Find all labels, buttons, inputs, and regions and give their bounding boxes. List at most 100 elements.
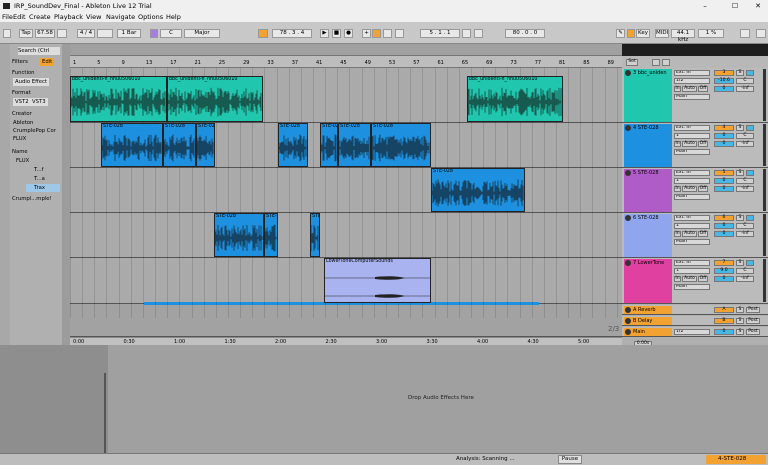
monitor-in-button[interactable]: In	[674, 86, 681, 92]
filter-creator[interactable]: Creator	[12, 110, 32, 118]
minimize-button[interactable]: –	[695, 0, 715, 12]
loop-length-field[interactable]: 80 . 0 . 0	[505, 29, 545, 38]
track-activator[interactable]: 7	[714, 260, 734, 266]
filter-tag-vst2[interactable]: VST2	[13, 98, 31, 106]
scale-icon[interactable]	[150, 29, 158, 38]
maximize-button[interactable]: ☐	[725, 0, 745, 12]
main-volume[interactable]: 0	[714, 329, 734, 335]
monitor-auto-button[interactable]: Auto	[682, 141, 697, 147]
arrangement-position-icon[interactable]	[258, 29, 268, 38]
track-header[interactable]: 3 bbc_uniden Ext. In 1/2 In Auto Off Main 3 S -10…	[622, 68, 768, 123]
volume-field[interactable]: -10.6	[714, 78, 734, 84]
track-play-icon[interactable]	[625, 125, 631, 131]
stop-button[interactable]: ■	[332, 29, 341, 38]
audio-clip[interactable]: bbc_unidenti-fi_nhu0506010	[467, 76, 563, 122]
monitor-off-button[interactable]: Off	[698, 231, 708, 237]
menu-navigate[interactable]: Navigate	[106, 12, 135, 22]
automation-arm-icon[interactable]	[372, 29, 381, 38]
audio-clip[interactable]: bbc_unidenti-fi_nhu0506010	[70, 76, 167, 122]
solo-button[interactable]: S	[736, 307, 744, 313]
audio-to-select[interactable]: Main	[674, 239, 710, 245]
volume-field[interactable]: 9.0	[714, 268, 734, 274]
track-activator[interactable]: 5	[714, 170, 734, 176]
monitor-off-button[interactable]: Off	[698, 186, 708, 192]
send-a-field[interactable]: 0	[714, 141, 734, 147]
return-play-icon[interactable]	[625, 318, 631, 324]
pause-button[interactable]: Pause	[558, 455, 582, 464]
audio-clip[interactable]: LowerToneComputerSounds	[324, 258, 431, 303]
set-button[interactable]: Set	[626, 59, 638, 66]
audio-clip[interactable]: STE-028	[320, 123, 338, 167]
return-track-header[interactable]: A Reverb A S Post	[622, 305, 768, 315]
track-header[interactable]: 7 LowerTone Ext. In 1 In Auto Off Main 7 S 9.0 C 0-…	[622, 258, 768, 304]
channel-select[interactable]: 1	[674, 133, 710, 139]
edit-filters-button[interactable]: Edit	[40, 58, 55, 66]
time-ruler[interactable]: 0:00 0:30 1:00 1:30 2:00 2:30 3:00 3:30 4:00 4:30…	[70, 337, 622, 345]
return-name[interactable]: B Delay	[624, 317, 672, 325]
main-cue-select[interactable]: 1/2	[674, 329, 710, 335]
volume-field[interactable]: 0	[714, 178, 734, 184]
metronome-icon[interactable]	[97, 29, 113, 38]
audio-from-select[interactable]: Ext. In	[674, 70, 710, 76]
tap-button[interactable]: Tap	[19, 29, 33, 38]
track-name[interactable]: 4 STE-028	[624, 124, 672, 167]
creator-crumplepop[interactable]: CrumplePop Cor	[13, 127, 56, 135]
monitor-in-button[interactable]: In	[674, 141, 681, 147]
monitor-off-button[interactable]: Off	[698, 141, 708, 147]
audio-to-select[interactable]: Main	[674, 194, 710, 200]
monitor-off-button[interactable]: Off	[698, 86, 708, 92]
disk-icon[interactable]	[756, 29, 766, 38]
menu-help[interactable]: Help	[166, 12, 181, 22]
song-position[interactable]: 78 . 3 . 4	[272, 29, 312, 38]
menu-options[interactable]: Options	[138, 12, 163, 22]
plugin-item-selected[interactable]: Trax	[26, 184, 60, 192]
menu-edit[interactable]: Edit	[13, 12, 26, 22]
arm-icon[interactable]	[746, 125, 754, 131]
plugin-item[interactable]: T...f	[34, 166, 44, 174]
play-button[interactable]: ▶	[320, 29, 329, 38]
folder-flux[interactable]: FLUX	[16, 157, 29, 165]
volume-field[interactable]: 0	[714, 133, 734, 139]
track-lane-5[interactable]	[70, 168, 622, 213]
re-enable-automation-icon[interactable]	[383, 29, 392, 38]
solo-button[interactable]: S	[736, 70, 744, 76]
return-name[interactable]: Main	[624, 328, 672, 336]
solo-button[interactable]: S	[736, 318, 744, 324]
audio-clip[interactable]: STE-028	[163, 123, 196, 167]
key-map-icon[interactable]	[627, 29, 635, 38]
send-b-field[interactable]: -inf	[736, 186, 754, 192]
track-activator[interactable]: 3	[714, 70, 734, 76]
track-name[interactable]: 5 STE-028	[624, 169, 672, 212]
monitor-auto-button[interactable]: Auto	[682, 276, 697, 282]
filter-format[interactable]: Format	[12, 89, 31, 97]
creator-ableton[interactable]: Ableton	[13, 119, 33, 127]
audio-clip[interactable]: STE-028	[338, 123, 371, 167]
track-name[interactable]: 6 STE-028	[624, 214, 672, 257]
overdub-icon[interactable]: +	[362, 29, 371, 38]
loop-switch-icon[interactable]	[462, 29, 471, 38]
channel-select[interactable]: 1	[674, 178, 710, 184]
scale-select[interactable]: Major	[184, 29, 220, 38]
quantize-select[interactable]: 1 Bar	[117, 29, 141, 38]
arm-icon[interactable]	[746, 215, 754, 221]
return-play-icon[interactable]	[625, 307, 631, 313]
send-a-field[interactable]: 0	[714, 186, 734, 192]
collapse-icon[interactable]	[662, 59, 670, 66]
arm-icon[interactable]	[746, 170, 754, 176]
track-activator[interactable]: 6	[714, 215, 734, 221]
monitor-auto-button[interactable]: Auto	[682, 231, 697, 237]
track-header[interactable]: 4 STE-028 Ext. In 1 In Auto Off Main 4 S 0 C 0 -inf	[622, 123, 768, 168]
audio-to-select[interactable]: Main	[674, 94, 710, 100]
post-button[interactable]: Post	[746, 307, 760, 313]
hw-icon[interactable]	[740, 29, 750, 38]
audio-clip[interactable]: STE	[310, 213, 320, 257]
return-track-header[interactable]: Main 1/2 0 S Post	[622, 327, 768, 337]
selected-track[interactable]: 4-STE-028	[706, 455, 766, 464]
time-signature[interactable]: 4 / 4	[77, 29, 95, 38]
pan-field[interactable]: C	[736, 78, 754, 84]
audio-clip[interactable]: STE-028	[371, 123, 431, 167]
device-chain[interactable]: Drop Audio Effects Here	[108, 345, 768, 453]
monitor-auto-button[interactable]: Auto	[682, 186, 697, 192]
audio-clip[interactable]: STE-028	[431, 168, 525, 212]
menu-file[interactable]: File	[2, 12, 13, 22]
